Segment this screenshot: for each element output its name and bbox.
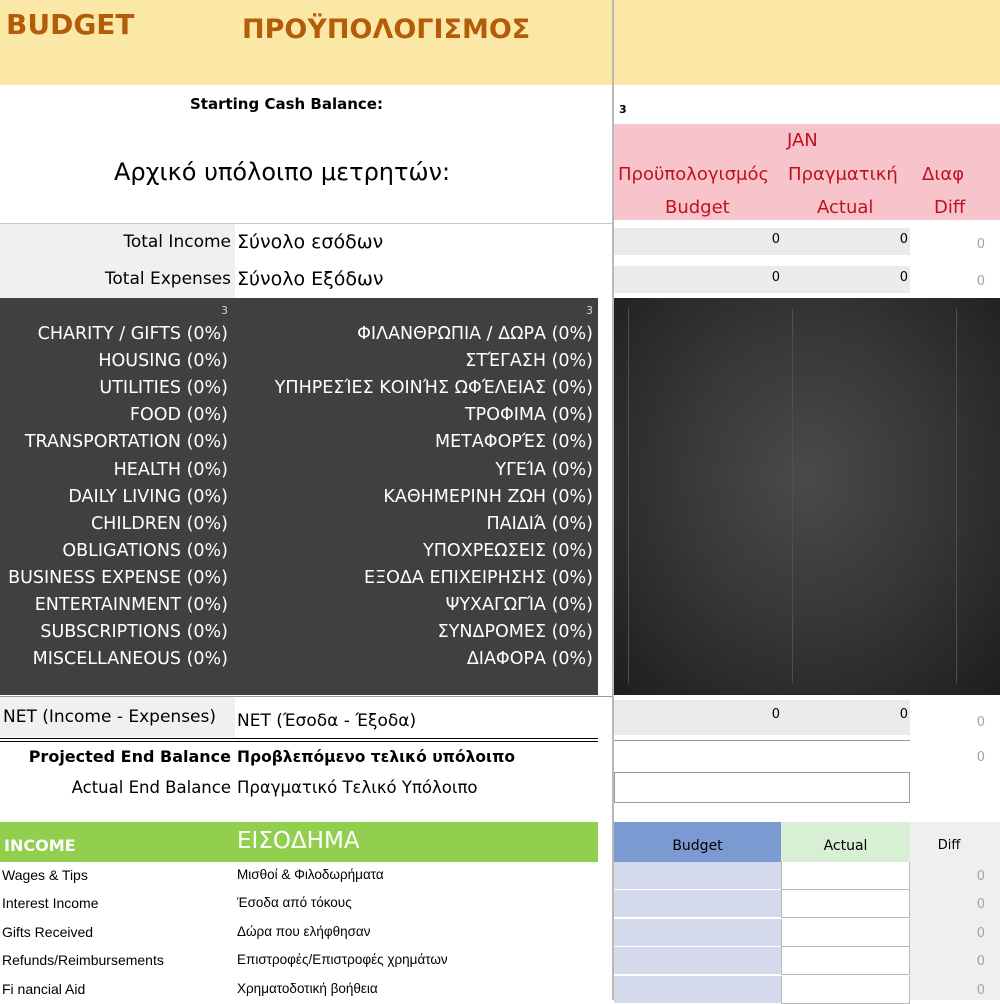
- income-actual-input[interactable]: [781, 862, 910, 890]
- expense-category-en: HEALTH (0%): [113, 459, 228, 480]
- total-income-label-en: Total Income: [123, 232, 231, 252]
- income-row-label-gr: Έσοδα από τόκους: [237, 895, 352, 911]
- actual-end-label-en: Actual End Balance: [71, 778, 231, 797]
- expense-category-en: CHILDREN (0%): [90, 513, 228, 534]
- total-expenses-budget: 0: [771, 270, 780, 285]
- col-actual-en: Actual: [817, 197, 874, 218]
- expense-category-en: FOOD (0%): [129, 405, 228, 426]
- income-row-diff: 0: [976, 925, 985, 941]
- col-diff-gr: Διαφ: [922, 164, 965, 185]
- col-budget-en: Budget: [665, 197, 730, 218]
- income-row-label-en: Gifts Received: [2, 923, 94, 940]
- total-expenses-diff: 0: [976, 274, 985, 289]
- income-budget-input[interactable]: [614, 862, 781, 890]
- col-budget-gr: Προϋπολογισμός: [618, 164, 770, 185]
- income-row-label-en: Refunds/Reimbursements: [2, 952, 164, 969]
- expense-category-gr: ΣΥΝΔΡΟΜΕΣ (0%): [437, 622, 593, 643]
- income-col-actual: Actual: [823, 838, 868, 854]
- income-budget-input[interactable]: [614, 918, 781, 947]
- expense-category-gr: ΥΠΟΧΡΕΩΣΕΙΣ (0%): [423, 540, 593, 561]
- projected-label-en: Projected End Balance: [28, 747, 231, 766]
- double-line-bottom: [0, 741, 598, 742]
- actual-end-input[interactable]: [614, 772, 910, 803]
- expense-categories-panel: 3 3 CHARITY / GIFTS (0%) ΦΙΛΑΝΘΡΩΠΙΑ / ΔΩ…: [0, 298, 598, 695]
- expense-category-gr: ΥΓΕΊΑ (0%): [495, 459, 593, 480]
- expense-category-gr: ΜΕΤΑΦΟΡΈΣ (0%): [434, 432, 593, 453]
- income-row-label-en: Interest Income: [2, 895, 99, 912]
- income-actual-input[interactable]: [781, 947, 910, 976]
- income-row-diff: 0: [976, 954, 985, 970]
- expense-category-en: HOUSING (0%): [98, 351, 228, 372]
- expense-category-en: OBLIGATIONS (0%): [62, 540, 228, 561]
- expense-category-en: TRANSPORTATION (0%): [24, 432, 228, 453]
- expense-category-gr: ΚΑΘΗΜΕΡΙΝΗ ΖΩΗ (0%): [383, 486, 593, 507]
- starting-balance-value[interactable]: 3: [619, 103, 627, 116]
- total-expenses-label-en: Total Expenses: [104, 269, 231, 289]
- projected-label-gr: Προβλεπόμενο τελικό υπόλοιπο: [237, 748, 516, 766]
- total-income-actual: 0: [899, 232, 908, 247]
- income-row-label-en: Fi nancial Aid: [2, 980, 86, 997]
- income-title-en: INCOME: [4, 836, 76, 855]
- total-income-budget: 0: [771, 232, 780, 247]
- projected-value: 0: [976, 750, 985, 765]
- double-line-top: [0, 738, 598, 739]
- chart-gridline: [792, 308, 793, 683]
- title-en: BUDGET: [6, 8, 135, 41]
- expense-chart-area: [614, 298, 1000, 695]
- projected-top-border: [614, 740, 910, 741]
- income-row-diff: 0: [976, 869, 985, 884]
- net-label-gr: NET (Έσοδα - Έξοδα): [237, 711, 417, 731]
- income-budget-input[interactable]: [614, 890, 781, 919]
- expense-category-gr: ΕΞΟΔΑ ΕΠΙΧΕΙΡΗΣΗΣ (0%): [364, 567, 593, 588]
- expense-category-gr: ΥΠΗΡΕΣΊΕΣ ΚΟΙΝΉΣ ΩΦΈΛΕΙΑΣ (0%): [274, 378, 593, 399]
- income-actual-input[interactable]: [781, 918, 910, 947]
- expense-category-gr: ΨΥΧΑΓΩΓΊΑ (0%): [445, 595, 593, 615]
- income-row-label-gr: Μισθοί & Φιλοδωρήματα: [237, 867, 384, 882]
- total-expenses-label-gr: Σύνολο Εξόδων: [237, 268, 384, 290]
- chart-gridline: [956, 308, 957, 683]
- income-col-diff: Diff: [937, 838, 961, 853]
- income-actual-input[interactable]: [781, 975, 910, 1004]
- starting-balance-label-gr: Αρχικό υπόλοιπο μετρητών:: [114, 158, 451, 186]
- expense-category-en: ENTERTAINMENT (0%): [34, 595, 228, 615]
- income-col-budget: Budget: [672, 838, 723, 854]
- expense-count-en: 3: [221, 304, 228, 317]
- expense-category-gr: ΔΙΑΦΟΡΑ (0%): [466, 649, 593, 670]
- col-diff-en: Diff: [934, 197, 966, 218]
- net-actual: 0: [899, 707, 908, 722]
- month-label: JAN: [787, 130, 818, 151]
- expense-category-gr: ΦΙΛΑΝΘΡΩΠΙΑ / ΔΩΡΑ (0%): [357, 324, 593, 344]
- col-actual-gr: Πραγματική: [788, 164, 898, 185]
- expense-category-en: BUSINESS EXPENSE (0%): [8, 567, 228, 588]
- title-gr: ΠΡΟΫΠΟΛΟΓΙΣΜΟΣ: [242, 14, 531, 45]
- expense-count-gr: 3: [586, 304, 593, 317]
- actual-end-label-gr: Πραγματικό Τελικό Υπόλοιπο: [237, 778, 478, 797]
- income-row-diff: 0: [976, 897, 985, 913]
- income-row-label-gr: Δώρα που ελήφθησαν: [237, 923, 371, 939]
- income-actual-input[interactable]: [781, 890, 910, 919]
- expense-category-en: DAILY LIVING (0%): [68, 486, 228, 507]
- starting-balance-label-en: Starting Cash Balance:: [190, 95, 383, 113]
- expense-category-en: UTILITIES (0%): [99, 378, 228, 399]
- expense-category-en: SUBSCRIPTIONS (0%): [40, 622, 228, 643]
- expense-category-gr: ΤΡΟΦΙΜΑ (0%): [464, 405, 593, 426]
- income-row-diff: 0: [976, 982, 985, 998]
- chart-gridline: [628, 308, 629, 683]
- expense-category-gr: ΣΤΈΓΑΣΗ (0%): [465, 351, 593, 372]
- income-budget-input[interactable]: [614, 975, 781, 1004]
- income-row-label-en: Wages & Tips: [2, 867, 88, 883]
- expense-category-en: CHARITY / GIFTS (0%): [37, 324, 228, 344]
- income-budget-input[interactable]: [614, 947, 781, 976]
- income-title-gr: ΕΙΣΟΔΗΜΑ: [237, 828, 360, 854]
- net-label-en: NET (Income - Expenses): [3, 707, 217, 727]
- net-budget: 0: [771, 707, 780, 722]
- income-row-label-gr: Επιστροφές/Επιστροφές χρημάτων: [237, 952, 448, 968]
- total-income-diff: 0: [976, 237, 985, 252]
- expense-category-en: MISCELLANEOUS (0%): [32, 649, 228, 670]
- income-row-label-gr: Χρηματοδοτική βοήθεια: [237, 980, 378, 996]
- total-income-label-gr: Σύνολο εσόδων: [237, 231, 384, 253]
- expense-category-gr: ΠΑΙΔΙΆ (0%): [486, 513, 593, 534]
- net-diff: 0: [976, 715, 985, 730]
- total-expenses-actual: 0: [899, 270, 908, 285]
